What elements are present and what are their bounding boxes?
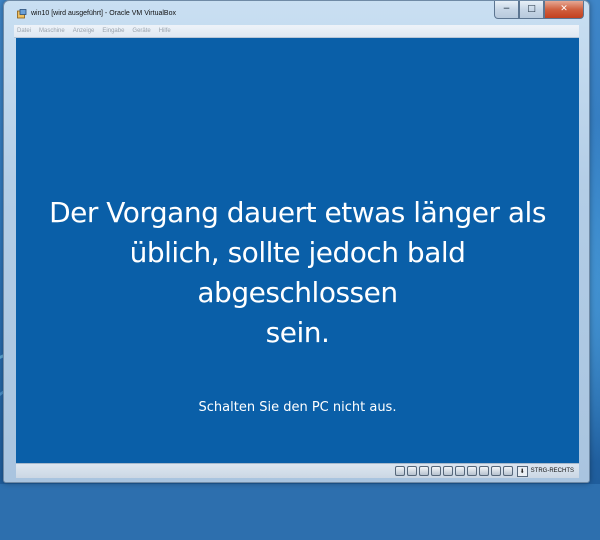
menu-anzeige[interactable]: Anzeige: [73, 28, 95, 34]
menu-hilfe[interactable]: Hilfe: [159, 28, 171, 34]
menu-datei[interactable]: Datei: [17, 28, 31, 34]
mouse-integration-icon[interactable]: [502, 466, 513, 476]
maximize-button[interactable]: □: [519, 1, 544, 19]
hard-disk-icon[interactable]: [394, 466, 405, 476]
virtualbox-icon[interactable]: [17, 8, 27, 19]
minimize-button[interactable]: −: [494, 1, 519, 19]
status-bar: ⬇ STRG-RECHTS: [16, 463, 579, 478]
minimize-icon: −: [502, 4, 511, 14]
update-message-line: sein.: [265, 316, 330, 349]
update-message-line: Der Vorgang dauert etwas länger als: [49, 196, 546, 229]
host-key-label: STRG-RECHTS: [530, 468, 574, 474]
update-message-line: üblich, sollte jedoch bald abgeschlossen: [129, 236, 466, 309]
keyboard-capture-icon[interactable]: ⬇: [516, 465, 528, 477]
usb-icon[interactable]: [442, 466, 453, 476]
vm-display[interactable]: Der Vorgang dauert etwas länger als übli…: [16, 38, 579, 463]
menu-geraete[interactable]: Geräte: [132, 28, 150, 34]
menu-bar: Datei Maschine Anzeige Eingabe Geräte Hi…: [14, 25, 579, 38]
audio-icon[interactable]: [418, 466, 429, 476]
virtualbox-window[interactable]: win10 [wird ausgeführt] - Oracle VM Virt…: [3, 0, 590, 483]
maximize-icon: □: [527, 4, 536, 14]
update-message: Der Vorgang dauert etwas länger als übli…: [16, 193, 579, 353]
video-capture-icon[interactable]: [478, 466, 489, 476]
optical-drive-icon[interactable]: [406, 466, 417, 476]
device-status-icons: [394, 466, 513, 476]
close-button[interactable]: ✕: [544, 1, 584, 19]
close-icon: ✕: [560, 4, 568, 14]
caption-buttons: − □ ✕: [494, 1, 584, 19]
title-bar[interactable]: win10 [wird ausgeführt] - Oracle VM Virt…: [4, 1, 589, 25]
display-icon[interactable]: [466, 466, 477, 476]
virtualization-icon[interactable]: [490, 466, 501, 476]
window-title: win10 [wird ausgeführt] - Oracle VM Virt…: [31, 9, 176, 17]
network-icon[interactable]: [430, 466, 441, 476]
shared-folder-icon[interactable]: [454, 466, 465, 476]
menu-maschine[interactable]: Maschine: [39, 28, 65, 34]
do-not-turn-off-message: Schalten Sie den PC nicht aus.: [198, 400, 397, 415]
menu-eingabe[interactable]: Eingabe: [102, 28, 124, 34]
